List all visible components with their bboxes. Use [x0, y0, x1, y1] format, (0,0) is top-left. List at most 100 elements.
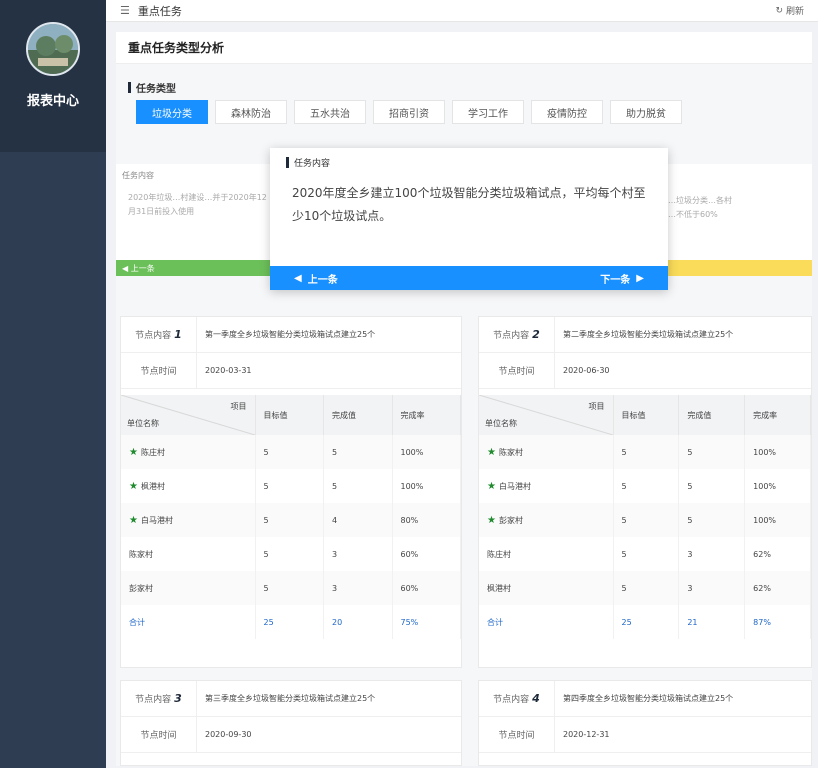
popup-label: 任务内容 — [286, 156, 330, 169]
panel-header: 重点任务类型分析 — [116, 32, 812, 64]
node-content-row: 节点内容 3 第三季度全乡垃圾智能分类垃圾箱试点建立25个 — [121, 681, 461, 717]
node-date-row: 节点时间 2020-12-31 — [479, 717, 811, 753]
popup-nav-bar: ◀ 上一条 下一条 ▶ — [270, 266, 668, 290]
col-target: 目标值 — [613, 395, 680, 435]
node-card-2: 节点内容 2 第二季度全乡垃圾智能分类垃圾箱试点建立25个 节点时间 2020-0… — [478, 316, 812, 668]
node-table: 项目 单位名称 目标值 完成值 完成率 ★ 陈家村 5 5 100% ★ 白马港村 5 5 10… — [479, 395, 811, 639]
next-button[interactable]: 下一条 ▶ — [600, 271, 644, 286]
star-icon: ★ — [129, 480, 138, 492]
col-done: 完成值 — [678, 395, 746, 435]
popup-text: 2020年度全乡建立100个垃圾智能分类垃圾箱试点，平均每个村至少10个垃圾试点… — [292, 186, 646, 223]
node-date-row: 节点时间 2020-03-31 — [121, 353, 461, 389]
table-header: 项目 单位名称 目标值 完成值 完成率 — [121, 395, 461, 435]
tab-poverty[interactable]: 助力脱贫 — [610, 100, 682, 124]
task-card-right-text2: …不低于60% — [668, 210, 718, 219]
node-content: 第二季度全乡垃圾智能分类垃圾箱试点建立25个 — [563, 330, 734, 339]
node-card-4: 节点内容 4 第四季度全乡垃圾智能分类垃圾箱试点建立25个 节点时间 2020-1… — [478, 680, 812, 766]
arrow-left-icon: ◀ — [294, 272, 302, 284]
node-date: 2020-03-31 — [205, 366, 252, 375]
task-card-nav-yellow[interactable] — [656, 260, 812, 276]
col-rate: 完成率 — [744, 395, 811, 435]
table-row: 陈家村 5 3 60% — [121, 537, 461, 571]
table-row: ★ 陈庄村 5 5 100% — [121, 435, 461, 469]
table-row: ★ 白马港村 5 4 80% — [121, 503, 461, 537]
task-content-popup: 任务内容 2020年度全乡建立100个垃圾智能分类垃圾箱试点，平均每个村至少10… — [270, 148, 668, 290]
star-icon: ★ — [487, 514, 496, 526]
tab-epidemic[interactable]: 疫情防控 — [531, 100, 603, 124]
task-type-tabs: 垃圾分类 森林防治 五水共治 招商引资 学习工作 疫情防控 助力脱贫 — [136, 100, 682, 124]
top-bar: ☰ 重点任务 ↻ 刷新 — [106, 0, 818, 22]
task-card-right-text: …垃圾分类…各村 — [668, 196, 732, 205]
tab-garbage-sorting[interactable]: 垃圾分类 — [136, 100, 208, 124]
refresh-button[interactable]: ↻ 刷新 — [775, 4, 804, 18]
col-rate: 完成率 — [392, 395, 461, 435]
hamburger-icon[interactable]: ☰ — [120, 4, 130, 17]
section-marker — [128, 82, 131, 93]
node-content-row: 节点内容 1 第一季度全乡垃圾智能分类垃圾箱试点建立25个 — [121, 317, 461, 353]
node-date: 2020-12-31 — [563, 730, 610, 739]
node-content: 第一季度全乡垃圾智能分类垃圾箱试点建立25个 — [205, 330, 376, 339]
table-total-row: 合计 25 20 75% — [121, 605, 461, 639]
sidebar-header: 报表中心 — [0, 0, 106, 152]
star-icon: ★ — [487, 480, 496, 492]
table-row: ★ 枫港村 5 5 100% — [121, 469, 461, 503]
next-label: 下一条 — [600, 274, 631, 286]
node-table: 项目 单位名称 目标值 完成值 完成率 ★ 陈庄村 5 5 100% ★ 枫港村 5 5 100… — [121, 395, 461, 639]
star-icon: ★ — [487, 446, 496, 458]
avatar[interactable] — [26, 22, 80, 76]
refresh-label: 刷新 — [785, 7, 804, 17]
table-diag-header: 项目 单位名称 — [121, 395, 256, 435]
prev-label: 上一条 — [307, 274, 338, 286]
node-card-3: 节点内容 3 第三季度全乡垃圾智能分类垃圾箱试点建立25个 节点时间 2020-0… — [120, 680, 462, 766]
avatar-image — [28, 24, 78, 74]
node-date-key: 节点时间 — [121, 717, 197, 752]
node-date-row: 节点时间 2020-06-30 — [479, 353, 811, 389]
task-card-right: …垃圾分类…各村 …不低于60% — [656, 164, 812, 276]
tab-water[interactable]: 五水共治 — [294, 100, 366, 124]
section-marker — [286, 157, 289, 168]
star-icon: ★ — [129, 446, 138, 458]
tab-investment[interactable]: 招商引资 — [373, 100, 445, 124]
table-total-row: 合计 25 21 87% — [479, 605, 811, 639]
node-date-row: 节点时间 2020-09-30 — [121, 717, 461, 753]
task-type-label: 任务类型 — [128, 80, 176, 95]
node-date-key: 节点时间 — [479, 353, 555, 388]
sidebar: 报表中心 — [0, 0, 106, 768]
table-row: ★ 白马港村 5 5 100% — [479, 469, 811, 503]
task-card-label: 任务内容 — [122, 171, 154, 180]
node-content: 第三季度全乡垃圾智能分类垃圾箱试点建立25个 — [205, 694, 376, 703]
prev-button[interactable]: ◀ 上一条 — [294, 271, 338, 286]
node-content: 第四季度全乡垃圾智能分类垃圾箱试点建立25个 — [563, 694, 734, 703]
node-date-key: 节点时间 — [121, 353, 197, 388]
task-type-text: 任务类型 — [136, 84, 176, 95]
table-row: ★ 陈家村 5 5 100% — [479, 435, 811, 469]
main-panel: 重点任务类型分析 任务类型 垃圾分类 森林防治 五水共治 招商引资 学习工作 疫… — [116, 32, 812, 766]
node-date: 2020-09-30 — [205, 730, 252, 739]
page-title: 重点任务类型分析 — [128, 41, 225, 55]
arrow-left-icon: ◀ — [122, 263, 131, 273]
col-done: 完成值 — [323, 395, 393, 435]
col-target: 目标值 — [255, 395, 324, 435]
breadcrumb: 重点任务 — [137, 4, 182, 18]
task-card-left: 任务内容 2020年垃圾…村建设…并于2020年12月31日前投入使用 ◀ 上一… — [116, 164, 286, 276]
table-diag-header: 项目 单位名称 — [479, 395, 614, 435]
node-content-row: 节点内容 2 第二季度全乡垃圾智能分类垃圾箱试点建立25个 — [479, 317, 811, 353]
task-card-text: 2020年垃圾…村建设…并于2020年12月31日前投入使用 — [128, 193, 267, 216]
node-key: 节点内容 1 — [121, 317, 197, 352]
table-row: 彭家村 5 3 60% — [121, 571, 461, 605]
star-icon: ★ — [129, 514, 138, 526]
node-date-key: 节点时间 — [479, 717, 555, 752]
node-card-1: 节点内容 1 第一季度全乡垃圾智能分类垃圾箱试点建立25个 节点时间 2020-0… — [120, 316, 462, 668]
tab-study[interactable]: 学习工作 — [452, 100, 524, 124]
arrow-right-icon: ▶ — [636, 272, 644, 284]
tab-forest[interactable]: 森林防治 — [215, 100, 287, 124]
table-header: 项目 单位名称 目标值 完成值 完成率 — [479, 395, 811, 435]
table-row: 陈庄村 5 3 62% — [479, 537, 811, 571]
node-date: 2020-06-30 — [563, 366, 610, 375]
task-card-prev: 上一条 — [130, 263, 155, 273]
table-row: 枫港村 5 3 62% — [479, 571, 811, 605]
node-key: 节点内容 4 — [479, 681, 555, 716]
node-key: 节点内容 3 — [121, 681, 197, 716]
task-card-nav-green[interactable]: ◀ 上一条 — [116, 260, 286, 276]
node-content-row: 节点内容 4 第四季度全乡垃圾智能分类垃圾箱试点建立25个 — [479, 681, 811, 717]
